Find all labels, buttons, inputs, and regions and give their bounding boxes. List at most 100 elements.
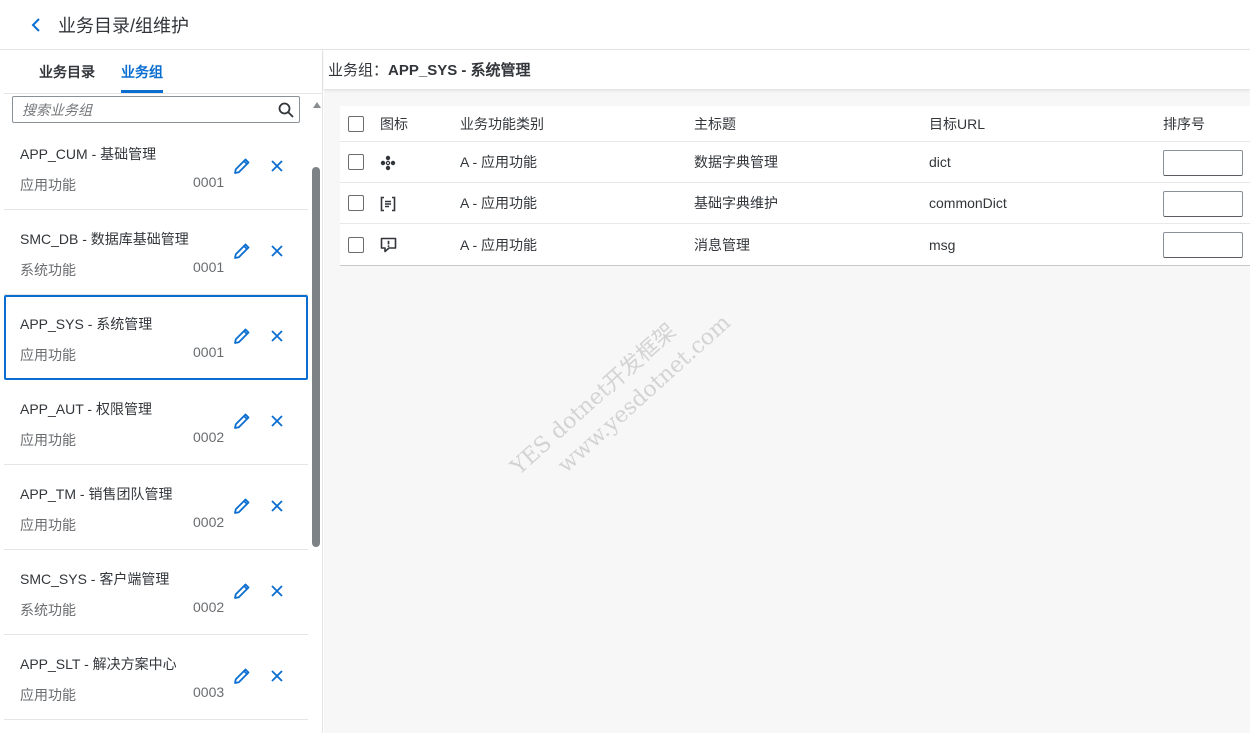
close-icon bbox=[271, 160, 283, 172]
item-title: APP_CUM - 基础管理 bbox=[20, 146, 157, 162]
group-value: APP_SYS - 系统管理 bbox=[388, 62, 531, 79]
close-icon bbox=[271, 245, 283, 257]
tab-bar: 业务目录 业务组 bbox=[4, 50, 322, 94]
item-type: 应用功能 bbox=[20, 347, 76, 363]
pencil-icon bbox=[234, 498, 250, 514]
chevron-left-icon bbox=[31, 17, 40, 32]
back-button[interactable] bbox=[24, 13, 48, 37]
col-category-header: 业务功能类别 bbox=[460, 115, 544, 132]
item-number: 0002 bbox=[193, 514, 225, 530]
item-title: APP_SLT - 解决方案中心 bbox=[20, 656, 177, 672]
delete-button[interactable] bbox=[266, 325, 288, 347]
item-type: 应用功能 bbox=[20, 177, 76, 193]
pencil-icon bbox=[234, 413, 250, 429]
item-type: 系统功能 bbox=[20, 602, 76, 618]
row-checkbox[interactable] bbox=[348, 195, 364, 211]
scroll-up-arrow-icon[interactable] bbox=[313, 102, 321, 108]
item-title: APP_SYS - 系统管理 bbox=[20, 316, 153, 332]
table-row[interactable]: A - 应用功能 消息管理 msg bbox=[340, 224, 1250, 265]
list-item-selected[interactable]: APP_SYS - 系统管理 应用功能 0001 bbox=[4, 295, 308, 380]
pencil-icon bbox=[234, 668, 250, 684]
table-header-row: 图标 业务功能类别 主标题 目标URL 排序号 bbox=[340, 106, 1250, 142]
col-sort-header: 排序号 bbox=[1163, 115, 1205, 132]
close-icon bbox=[271, 500, 283, 512]
item-number: 0001 bbox=[193, 259, 225, 275]
row-url: msg bbox=[929, 236, 956, 253]
item-number: 0001 bbox=[193, 344, 225, 360]
message-alert-icon bbox=[380, 237, 397, 256]
row-category: A - 应用功能 bbox=[460, 195, 538, 211]
col-icon-header: 图标 bbox=[380, 115, 408, 132]
close-icon bbox=[271, 415, 283, 427]
app-header: 业务目录/组维护 bbox=[0, 0, 1250, 50]
cluster-icon bbox=[380, 155, 396, 174]
sort-number-input[interactable] bbox=[1163, 232, 1243, 258]
item-type: 系统功能 bbox=[20, 262, 76, 278]
group-header: 业务组： APP_SYS - 系统管理 bbox=[324, 50, 1250, 90]
col-url-header: 目标URL bbox=[929, 115, 986, 132]
row-category: A - 应用功能 bbox=[460, 154, 538, 170]
delete-button[interactable] bbox=[266, 665, 288, 687]
row-url: dict bbox=[929, 154, 951, 170]
item-title: APP_TM - 销售团队管理 bbox=[20, 486, 173, 502]
item-number: 0001 bbox=[193, 174, 225, 190]
delete-button[interactable] bbox=[266, 240, 288, 262]
close-icon bbox=[271, 670, 283, 682]
edit-button[interactable] bbox=[231, 325, 253, 347]
list-item[interactable]: SMC_DB - 数据库基础管理 系统功能 0001 bbox=[4, 210, 308, 295]
group-list: APP_CUM - 基础管理 应用功能 0001 SMC_DB - 数据库基础管… bbox=[4, 125, 308, 733]
item-number: 0002 bbox=[193, 429, 225, 445]
sort-number-input[interactable] bbox=[1163, 191, 1243, 217]
edit-button[interactable] bbox=[231, 410, 253, 432]
list-item[interactable]: APP_SLT - 解决方案中心 应用功能 0003 bbox=[4, 635, 308, 720]
table-row[interactable]: A - 应用功能 数据字典管理 dict bbox=[340, 142, 1250, 183]
item-title: SMC_DB - 数据库基础管理 bbox=[20, 231, 189, 247]
scroll-thumb[interactable] bbox=[312, 167, 320, 547]
search-icon[interactable] bbox=[273, 97, 299, 123]
list-bracket-icon bbox=[380, 196, 396, 215]
list-item[interactable]: APP_AUT - 权限管理 应用功能 0002 bbox=[4, 380, 308, 465]
close-icon bbox=[271, 585, 283, 597]
delete-button[interactable] bbox=[266, 580, 288, 602]
delete-button[interactable] bbox=[266, 410, 288, 432]
row-title: 消息管理 bbox=[694, 236, 750, 253]
row-category: A - 应用功能 bbox=[460, 236, 538, 253]
item-title: SMC_SYS - 客户端管理 bbox=[20, 571, 170, 587]
table-row[interactable]: A - 应用功能 基础字典维护 commonDict bbox=[340, 183, 1250, 224]
list-item[interactable]: APP_TM - 销售团队管理 应用功能 0002 bbox=[4, 465, 308, 550]
row-checkbox[interactable] bbox=[348, 236, 364, 253]
sort-number-input[interactable] bbox=[1163, 150, 1243, 176]
select-all-checkbox[interactable] bbox=[348, 115, 364, 132]
item-number: 0003 bbox=[193, 684, 225, 700]
search-field bbox=[12, 96, 300, 123]
pencil-icon bbox=[234, 243, 250, 259]
row-checkbox[interactable] bbox=[348, 154, 364, 170]
list-scrollbar[interactable] bbox=[311, 100, 321, 733]
group-label: 业务组： bbox=[328, 62, 389, 79]
col-title-header: 主标题 bbox=[694, 115, 736, 132]
pencil-icon bbox=[234, 328, 250, 344]
row-url: commonDict bbox=[929, 195, 1007, 211]
tab-business-catalog[interactable]: 业务目录 bbox=[26, 50, 108, 93]
edit-button[interactable] bbox=[231, 495, 253, 517]
function-table: 图标 业务功能类别 主标题 目标URL 排序号 A - 应用功能 数据字典管理 … bbox=[340, 106, 1250, 266]
row-title: 基础字典维护 bbox=[694, 195, 778, 211]
delete-button[interactable] bbox=[266, 155, 288, 177]
page-title: 业务目录/组维护 bbox=[58, 15, 190, 36]
item-type: 应用功能 bbox=[20, 517, 76, 533]
tab-business-group[interactable]: 业务组 bbox=[108, 50, 176, 93]
list-item[interactable]: APP_CUM - 基础管理 应用功能 0001 bbox=[4, 125, 308, 210]
delete-button[interactable] bbox=[266, 495, 288, 517]
left-panel: 业务目录 业务组 APP_CUM - 基础管理 应用功能 0001 SMC_DB… bbox=[4, 50, 323, 733]
edit-button[interactable] bbox=[231, 580, 253, 602]
search-input[interactable] bbox=[22, 101, 273, 118]
edit-button[interactable] bbox=[231, 240, 253, 262]
pencil-icon bbox=[234, 583, 250, 599]
item-title: APP_AUT - 权限管理 bbox=[20, 401, 152, 417]
item-type: 应用功能 bbox=[20, 432, 76, 448]
edit-button[interactable] bbox=[231, 155, 253, 177]
close-icon bbox=[271, 330, 283, 342]
edit-button[interactable] bbox=[231, 665, 253, 687]
item-number: 0002 bbox=[193, 599, 225, 615]
list-item[interactable]: SMC_SYS - 客户端管理 系统功能 0002 bbox=[4, 550, 308, 635]
